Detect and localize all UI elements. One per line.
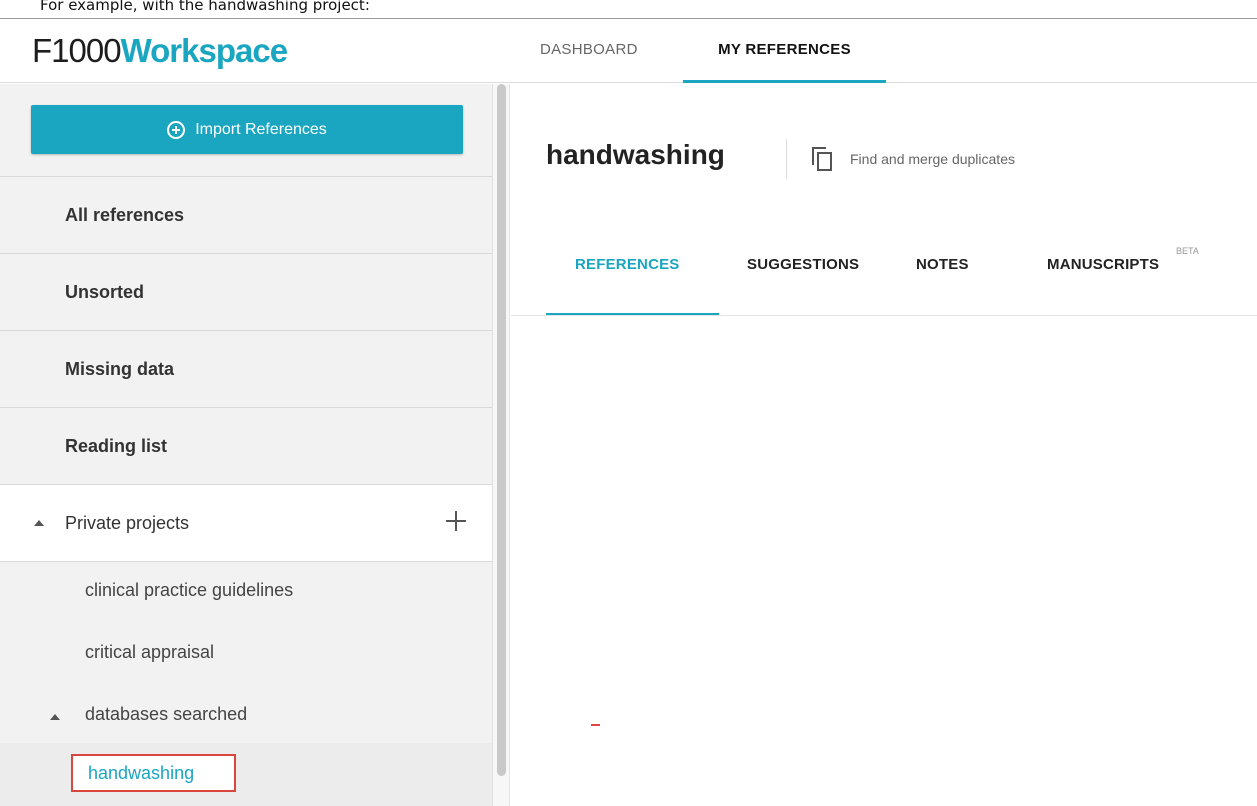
private-projects-label: Private projects — [65, 513, 190, 533]
sidebar-item-reading-list[interactable]: Reading list — [0, 407, 492, 484]
title-divider — [786, 139, 787, 179]
find-merge-duplicates-label: Find and merge duplicates — [850, 151, 1015, 167]
tab-divider — [511, 315, 1257, 316]
project-critical-appraisal[interactable]: critical appraisal — [85, 642, 214, 663]
sidebar: Import References All references Unsorte… — [0, 84, 492, 806]
logo-prefix: F1000 — [32, 32, 122, 69]
collapse-caret-icon[interactable] — [34, 520, 44, 526]
sidebar-item-all-references[interactable]: All references — [0, 176, 492, 253]
tab-suggestions[interactable]: SUGGESTIONS — [747, 256, 859, 273]
import-references-button[interactable]: Import References — [31, 105, 463, 154]
main-panel: handwashing Find and merge duplicates RE… — [511, 84, 1257, 806]
tab-notes[interactable]: NOTES — [916, 256, 969, 273]
document-caption: For example, with the handwashing projec… — [0, 0, 1257, 20]
page-title: handwashing — [546, 139, 725, 170]
find-merge-duplicates-button[interactable]: Find and merge duplicates — [812, 147, 1015, 171]
logo-suffix: Workspace — [120, 32, 288, 69]
sidebar-item-unsorted[interactable]: Unsorted — [0, 253, 492, 330]
collapse-caret-icon[interactable] — [50, 714, 60, 720]
project-databases-searched[interactable]: databases searched — [0, 690, 492, 744]
add-project-icon[interactable] — [444, 509, 468, 533]
nav-tab-my-references[interactable]: MY REFERENCES — [683, 19, 886, 83]
tab-references[interactable]: REFERENCES — [575, 256, 680, 273]
nav-tab-dashboard[interactable]: DASHBOARD — [540, 19, 638, 83]
app-logo[interactable]: F1000 Workspace — [32, 27, 288, 75]
sidebar-item-missing-data[interactable]: Missing data — [0, 330, 492, 407]
project-clinical-practice-guidelines[interactable]: clinical practice guidelines — [85, 580, 293, 601]
caption-text: For example, with the handwashing projec… — [40, 0, 370, 14]
tab-manuscripts[interactable]: MANUSCRIPTS — [1047, 256, 1159, 273]
subproject-handwashing[interactable]: handwashing — [71, 754, 236, 792]
red-mark — [591, 724, 600, 726]
beta-badge: BETA — [1176, 246, 1199, 256]
project-databases-searched-label: databases searched — [85, 704, 248, 724]
screenshot-frame: For example, with the handwashing projec… — [0, 0, 1257, 806]
add-circle-icon — [167, 120, 186, 139]
subproject-row: handwashing — [0, 743, 492, 806]
duplicate-icon — [812, 147, 834, 171]
private-projects-header[interactable]: Private projects — [0, 484, 492, 562]
sidebar-scrollbar[interactable] — [492, 84, 510, 806]
scrollbar-thumb[interactable] — [497, 84, 506, 776]
import-references-label: Import References — [195, 120, 327, 138]
top-header: F1000 Workspace DASHBOARD MY REFERENCES — [0, 19, 1257, 83]
app-window: F1000 Workspace DASHBOARD MY REFERENCES I… — [0, 18, 1257, 806]
